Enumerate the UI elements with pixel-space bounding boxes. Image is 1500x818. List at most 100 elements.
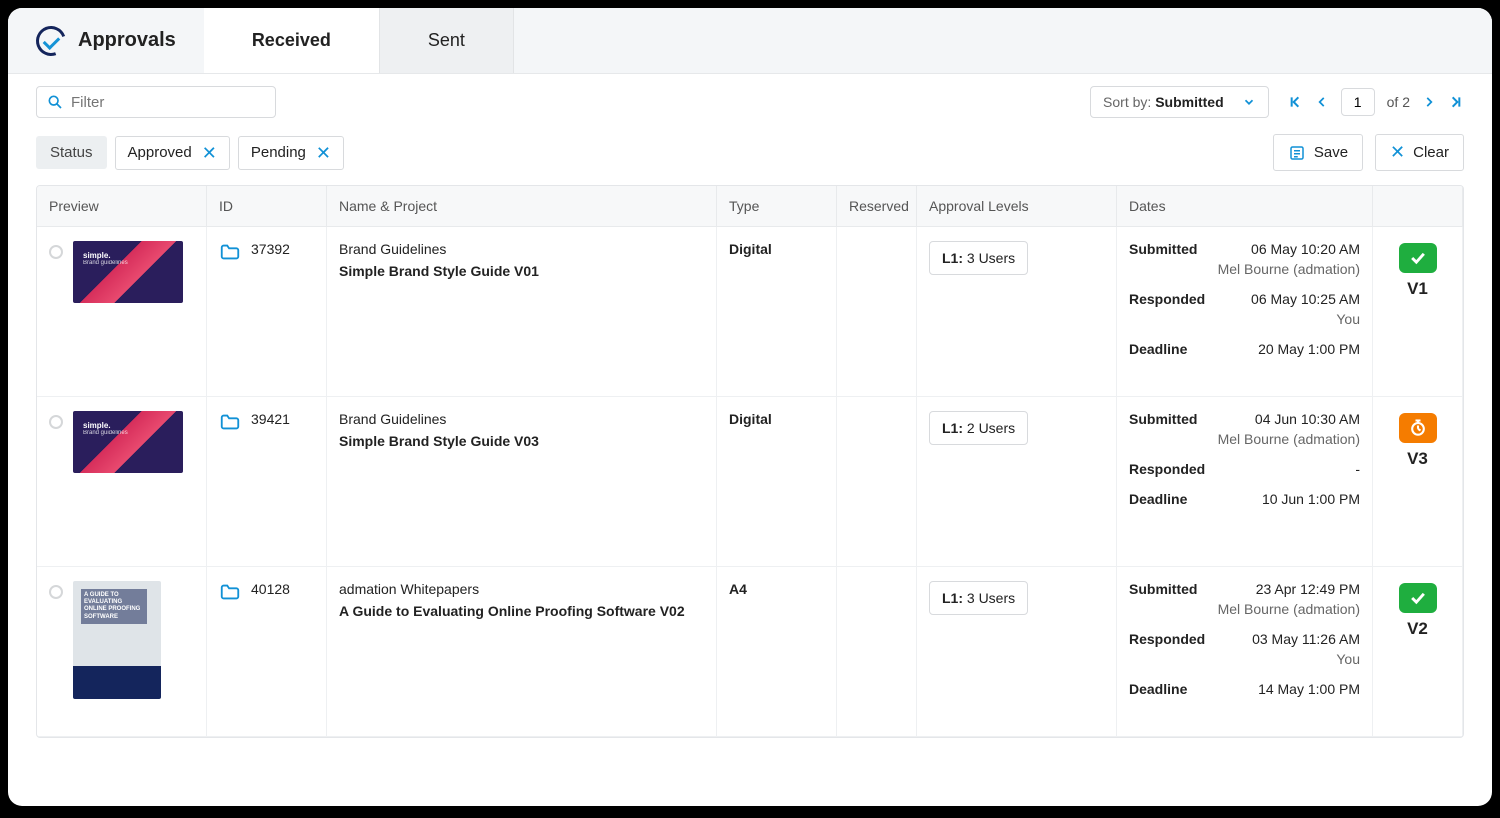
row-name: A Guide to Evaluating Online Proofing So… [339,603,704,619]
version-label: V1 [1385,279,1450,299]
preview-thumbnail[interactable] [73,411,183,473]
chip-pending-label: Pending [251,144,306,161]
col-dates: Dates [1117,186,1373,227]
submitted-by: Mel Bourne (admation) [1129,601,1360,617]
cell-type: Digital [717,397,837,567]
approval-level-chip[interactable]: L1: 3 Users [929,241,1028,275]
deadline-value: 20 May 1:00 PM [1258,341,1360,357]
cell-version: V3 [1373,397,1463,567]
row-status-dot-icon [49,415,63,429]
toolbar: Sort by: Submitted of 2 [8,74,1492,124]
cell-version: V2 [1373,567,1463,737]
responded-value: 06 May 10:25 AM [1251,291,1360,307]
approval-level-chip[interactable]: L1: 3 Users [929,581,1028,615]
cell-dates: Submitted06 May 10:20 AMMel Bourne (adma… [1117,227,1373,397]
row-type: A4 [729,581,747,597]
folder-icon[interactable] [219,581,241,603]
sort-value: Submitted [1155,94,1223,110]
filter-input[interactable] [71,94,265,111]
tab-sent[interactable]: Sent [380,8,514,73]
submitted-by: Mel Bourne (admation) [1129,261,1360,277]
cell-name-project: admation Whitepapers A Guide to Evaluatin… [327,567,717,737]
pager-first-button[interactable] [1287,94,1303,110]
col-preview: Preview [37,186,207,227]
version-label: V2 [1385,619,1450,639]
row-id: 37392 [251,241,290,257]
cell-version: V1 [1373,227,1463,397]
deadline-value: 10 Jun 1:00 PM [1262,491,1360,507]
toolbar-right: Sort by: Submitted of 2 [1090,86,1464,118]
approvals-table: Preview ID Name & Project Type Reserved … [36,185,1464,738]
table-row[interactable]: 37392 Brand GuidelinesSimple Brand Style … [37,227,1463,397]
responded-value: - [1355,461,1360,477]
pager: of 2 [1287,88,1464,116]
approvals-logo-icon [31,21,71,61]
deadline-value: 14 May 1:00 PM [1258,681,1360,697]
row-type: Digital [729,241,772,257]
cell-reserved [837,227,917,397]
tab-received[interactable]: Received [204,8,380,73]
preview-thumbnail[interactable] [73,241,183,303]
cell-dates: Submitted04 Jun 10:30 AMMel Bourne (adma… [1117,397,1373,567]
cell-id: 37392 [207,227,327,397]
clear-icon: ✕ [1390,142,1405,163]
table-row[interactable]: 39421 Brand Guidelines Simple Brand Style … [37,397,1463,567]
cell-dates: Submitted23 Apr 12:49 PMMel Bourne (adma… [1117,567,1373,737]
submitted-by: Mel Bourne (admation) [1129,431,1360,447]
clear-button-label: Clear [1413,144,1449,161]
row-status-dot-icon [49,245,63,259]
approval-level-chip[interactable]: L1: 2 Users [929,411,1028,445]
pager-page-input[interactable] [1341,88,1375,116]
cell-id: 39421 [207,397,327,567]
responded-label: Responded [1129,291,1205,307]
row-project: admation Whitepapers [339,581,704,597]
pager-next-button[interactable] [1422,95,1436,109]
folder-icon[interactable] [219,241,241,263]
submitted-label: Submitted [1129,411,1197,427]
responded-label: Responded [1129,631,1205,647]
chip-pending[interactable]: Pending ✕ [238,136,344,170]
tabs: Received Sent [204,8,514,73]
cell-levels: L1: 2 Users [917,397,1117,567]
version-label: V3 [1385,449,1450,469]
cell-type: Digital [717,227,837,397]
status-pending-icon [1399,413,1437,443]
chip-approved[interactable]: Approved ✕ [115,136,230,170]
sort-select[interactable]: Sort by: Submitted [1090,86,1269,118]
pager-prev-button[interactable] [1315,95,1329,109]
status-filter-label: Status [36,136,107,169]
pager-last-button[interactable] [1448,94,1464,110]
clear-button[interactable]: ✕ Clear [1375,134,1464,171]
col-id: ID [207,186,327,227]
row-name: Simple Brand Style Guide V01 [339,263,704,279]
folder-icon[interactable] [219,411,241,433]
cell-levels: L1: 3 Users [917,227,1117,397]
chip-approved-label: Approved [128,144,192,161]
chip-pending-remove-icon[interactable]: ✕ [316,144,331,162]
deadline-label: Deadline [1129,681,1187,697]
chevron-down-icon [1242,95,1256,109]
cell-preview [37,397,207,567]
submitted-label: Submitted [1129,241,1197,257]
responded-by: You [1129,651,1360,667]
filter-box[interactable] [36,86,276,118]
submitted-label: Submitted [1129,581,1197,597]
row-project: Brand Guidelines [339,411,704,427]
sort-label: Sort by: [1103,94,1151,110]
preview-thumbnail[interactable] [73,581,161,699]
header: Approvals Received Sent [8,8,1492,74]
col-name-project: Name & Project [327,186,717,227]
save-button[interactable]: Save [1273,134,1363,171]
row-status-dot-icon [49,585,63,599]
chip-approved-remove-icon[interactable]: ✕ [202,144,217,162]
row-name: Simple Brand Style Guide V03 [339,433,704,449]
col-version [1373,186,1463,227]
chip-left: Status Approved ✕ Pending ✕ [36,136,344,170]
cell-levels: L1: 3 Users [917,567,1117,737]
cell-name-project: Brand GuidelinesSimple Brand Style Guide… [327,227,717,397]
row-id: 39421 [251,411,290,427]
table-row[interactable]: 40128 admation Whitepapers A Guide to Eval… [37,567,1463,737]
responded-by: You [1129,311,1360,327]
cell-id: 40128 [207,567,327,737]
row-id: 40128 [251,581,290,597]
